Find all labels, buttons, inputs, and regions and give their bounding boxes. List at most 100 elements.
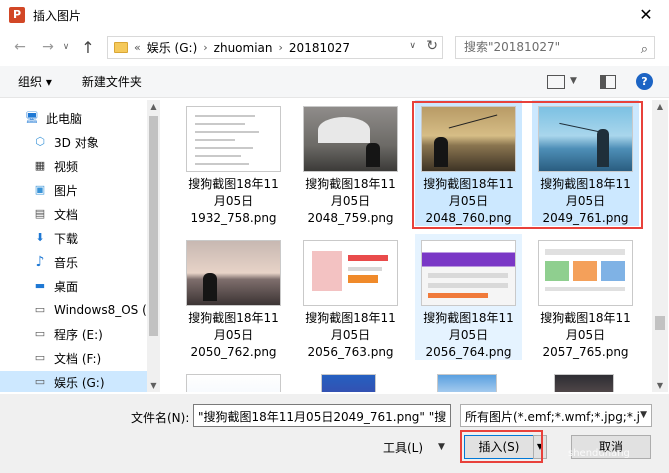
- filetype-value: 所有图片(*.emf;*.wmf;*.jpg;*.j: [465, 410, 640, 424]
- sidebar-item-downloads[interactable]: ⬇ 下载: [32, 227, 78, 249]
- file-name-line: 2050_762.png: [190, 345, 277, 359]
- file-thumbnail: [186, 106, 281, 172]
- address-dropdown-chevron-icon[interactable]: ∨: [409, 41, 416, 51]
- file-name-line: 搜狗截图18年11: [188, 177, 279, 191]
- sidebar-item-drive-g[interactable]: ▭ 娱乐 (G:): [0, 371, 147, 392]
- sidebar-item-desktop[interactable]: ▬ 桌面: [32, 275, 78, 297]
- selection-highlight-box: [412, 101, 643, 229]
- search-icon[interactable]: ⌕: [641, 39, 648, 60]
- forward-arrow-icon[interactable]: →: [38, 39, 58, 55]
- sidebar-item-pictures[interactable]: ▣ 图片: [32, 179, 78, 201]
- file-name: 搜狗截图18年11 月05日 2056_764.png: [415, 310, 522, 361]
- new-folder-button[interactable]: 新建文件夹: [82, 73, 142, 90]
- drive-icon: ▭: [34, 375, 46, 388]
- pictures-icon: ▣: [34, 183, 46, 196]
- file-tile[interactable]: [180, 368, 287, 392]
- dialog-footer: 文件名(N): "搜狗截图18年11月05日2049_761.png" "搜 所…: [0, 394, 669, 473]
- sidebar-item-music[interactable]: ♪ 音乐: [32, 251, 78, 273]
- file-list-scroll-thumb[interactable]: [655, 316, 665, 330]
- help-icon[interactable]: ?: [636, 73, 653, 90]
- organize-menu[interactable]: 组织 ▾: [18, 73, 52, 90]
- file-tile[interactable]: 搜狗截图18年11 月05日 1932_758.png: [180, 100, 287, 226]
- close-button[interactable]: ✕: [623, 0, 669, 30]
- music-icon: ♪: [35, 254, 45, 270]
- file-thumbnail: [303, 240, 398, 306]
- file-name: 搜狗截图18年11 月05日 2056_763.png: [297, 310, 404, 361]
- sidebar-item-label: 娱乐 (G:): [54, 375, 105, 390]
- file-name-line: 2048_759.png: [307, 211, 394, 225]
- desktop-icon: ▬: [34, 279, 46, 292]
- file-name: 搜狗截图18年11 月05日 2057_765.png: [532, 310, 639, 361]
- file-list-scrollbar[interactable]: ▲ ▼: [652, 100, 668, 392]
- breadcrumb-overflow[interactable]: «: [134, 41, 141, 54]
- view-options-icon[interactable]: [547, 75, 565, 89]
- file-tile[interactable]: 搜狗截图18年11 月05日 2057_765.png: [532, 234, 639, 360]
- sidebar-item-this-pc[interactable]: 🖥 此电脑: [24, 107, 82, 129]
- address-bar[interactable]: « 娱乐 (G:) › zhuomian › 20181027 ∨ ↻: [107, 36, 443, 59]
- video-icon: ▦: [34, 159, 46, 172]
- breadcrumb-zhuomian[interactable]: zhuomian: [214, 41, 273, 55]
- file-tile[interactable]: 搜狗截图18年11 月05日 2056_764.png: [415, 234, 522, 360]
- sidebar-item-label: Windows8_OS (C: [54, 303, 156, 317]
- navigation-pane: 🖥 此电脑 ⬡ 3D 对象 ▦ 视频 ▣ 图片 ▤ 文档 ⬇ 下载 ♪ 音乐 ▬…: [0, 100, 160, 392]
- sidebar-item-drive-e[interactable]: ▭ 程序 (E:): [32, 323, 103, 345]
- sidebar-item-drive-f[interactable]: ▭ 文档 (F:): [32, 347, 101, 369]
- file-thumbnail: [303, 106, 398, 172]
- drive-icon: ▭: [34, 351, 46, 364]
- file-tile[interactable]: [415, 368, 522, 392]
- file-thumbnail: [538, 240, 633, 306]
- recent-locations-chevron-icon[interactable]: ∨: [60, 42, 72, 52]
- file-tile[interactable]: [297, 368, 404, 392]
- scroll-down-icon[interactable]: ▼: [652, 381, 668, 390]
- breadcrumb-separator[interactable]: ›: [279, 41, 283, 54]
- folder-icon: [114, 42, 128, 53]
- refresh-icon[interactable]: ↻: [426, 38, 438, 54]
- file-tile[interactable]: 搜狗截图18年11 月05日 2048_759.png: [297, 100, 404, 226]
- file-name-line: 月05日: [565, 328, 606, 342]
- file-tile[interactable]: [532, 368, 639, 392]
- powerpoint-icon: P: [9, 7, 25, 23]
- documents-icon: ▤: [34, 207, 46, 220]
- sidebar-scroll-thumb[interactable]: [149, 116, 158, 336]
- sidebar-item-drive-c[interactable]: ▭ Windows8_OS (C: [32, 299, 155, 321]
- sidebar-item-label: 3D 对象: [54, 135, 99, 150]
- tools-menu[interactable]: 工具(L): [383, 439, 423, 456]
- chevron-down-icon: ▼: [640, 410, 647, 420]
- drive-icon: ▭: [34, 327, 46, 340]
- sidebar-item-documents[interactable]: ▤ 文档: [32, 203, 78, 225]
- filename-input[interactable]: "搜狗截图18年11月05日2049_761.png" "搜: [193, 404, 451, 427]
- up-arrow-icon[interactable]: ↑: [78, 38, 98, 57]
- sidebar-item-3d-objects[interactable]: ⬡ 3D 对象: [32, 131, 99, 153]
- file-name-line: 搜狗截图18年11: [305, 177, 396, 191]
- filetype-select[interactable]: 所有图片(*.emf;*.wmf;*.jpg;*.j ▼: [460, 404, 652, 427]
- title-bar: P 插入图片 ✕: [0, 0, 669, 30]
- back-arrow-icon[interactable]: ←: [10, 39, 30, 55]
- breadcrumb-drive[interactable]: 娱乐 (G:): [147, 39, 198, 56]
- scroll-up-icon[interactable]: ▲: [147, 102, 160, 111]
- sidebar-item-label: 桌面: [54, 279, 79, 294]
- search-input[interactable]: 搜索"20181027" ⌕: [455, 36, 655, 59]
- sidebar-item-videos[interactable]: ▦ 视频: [32, 155, 78, 177]
- sidebar-scrollbar[interactable]: ▲ ▼: [147, 100, 160, 392]
- scroll-down-icon[interactable]: ▼: [147, 381, 160, 390]
- tools-dropdown-icon[interactable]: ▼: [438, 442, 445, 452]
- command-bar: 组织 ▾ 新建文件夹 ▼ ?: [0, 66, 669, 98]
- file-tile[interactable]: 搜狗截图18年11 月05日 2050_762.png: [180, 234, 287, 360]
- sidebar-item-label: 此电脑: [46, 111, 83, 126]
- sidebar-item-label: 音乐: [54, 255, 79, 270]
- file-thumbnail: [321, 374, 376, 392]
- file-tile[interactable]: 搜狗截图18年11 月05日 2056_763.png: [297, 234, 404, 360]
- preview-pane-icon[interactable]: [600, 75, 616, 89]
- file-thumbnail: [186, 240, 281, 306]
- file-name-line: 搜狗截图18年11: [188, 311, 279, 325]
- file-name-line: 搜狗截图18年11: [540, 311, 631, 325]
- breadcrumb-20181027[interactable]: 20181027: [289, 41, 350, 55]
- sidebar-item-label: 文档 (F:): [54, 351, 102, 366]
- file-name-line: 月05日: [448, 328, 489, 342]
- view-dropdown-icon[interactable]: ▼: [570, 76, 577, 86]
- sidebar-item-label: 文档: [54, 207, 79, 222]
- breadcrumb-separator[interactable]: ›: [203, 41, 207, 54]
- file-name-line: 月05日: [213, 194, 254, 208]
- file-name: 搜狗截图18年11 月05日 2050_762.png: [180, 310, 287, 361]
- scroll-up-icon[interactable]: ▲: [652, 102, 668, 111]
